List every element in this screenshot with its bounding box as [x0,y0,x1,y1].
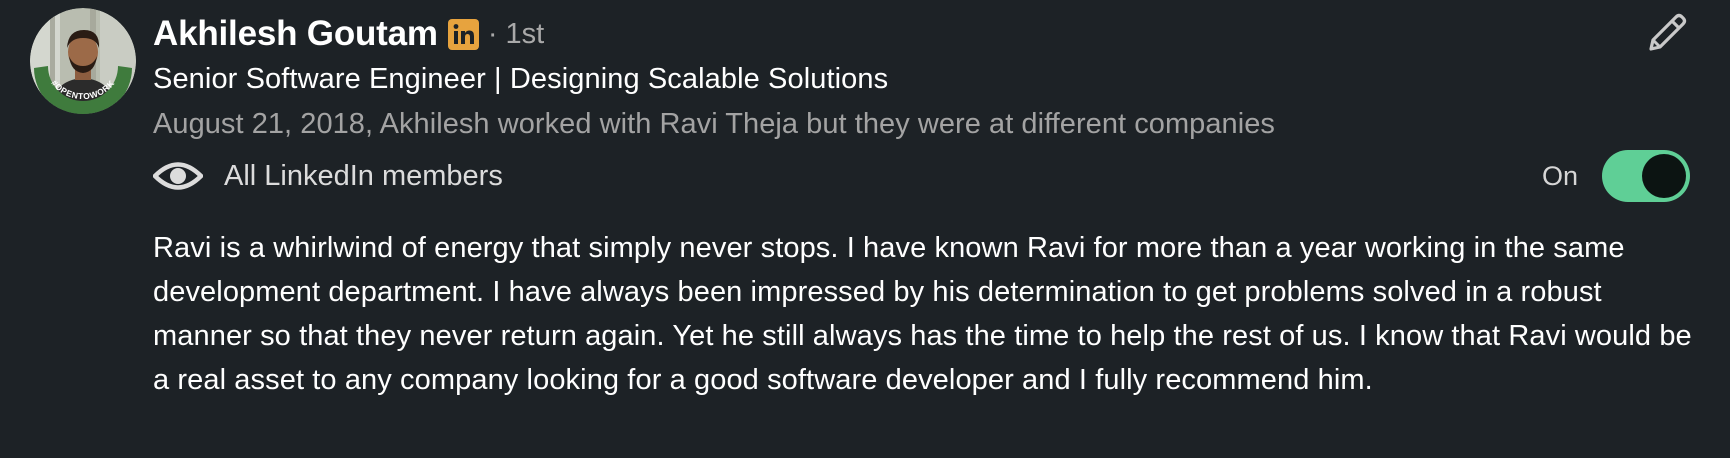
visibility-toggle[interactable] [1602,150,1690,202]
linkedin-premium-icon [447,18,479,50]
recommender-name[interactable]: Akhilesh Goutam [153,14,438,54]
eye-icon [151,159,205,193]
edit-button[interactable] [1642,10,1692,60]
pencil-icon [1643,9,1691,62]
avatar[interactable]: #OPENTOWORK [30,8,136,114]
recommender-headline: Senior Software Engineer | Designing Sca… [153,63,889,95]
visibility-setting[interactable]: All LinkedIn members [151,153,503,199]
toggle-state-label: On [1541,160,1578,191]
toggle-knob [1642,154,1686,198]
connection-degree: · 1st [487,17,545,50]
recommendation-text: Ravi is a whirlwind of energy that simpl… [153,232,1692,396]
visibility-label: All LinkedIn members [224,159,503,192]
visibility-toggle-group: On [1542,148,1690,204]
recommendation-card: #OPENTOWORK Akhilesh Goutam · 1st Senior… [0,0,1730,458]
name-row: Akhilesh Goutam · 1st [153,12,544,56]
relationship-description: August 21, 2018, Akhilesh worked with Ra… [153,108,1275,140]
